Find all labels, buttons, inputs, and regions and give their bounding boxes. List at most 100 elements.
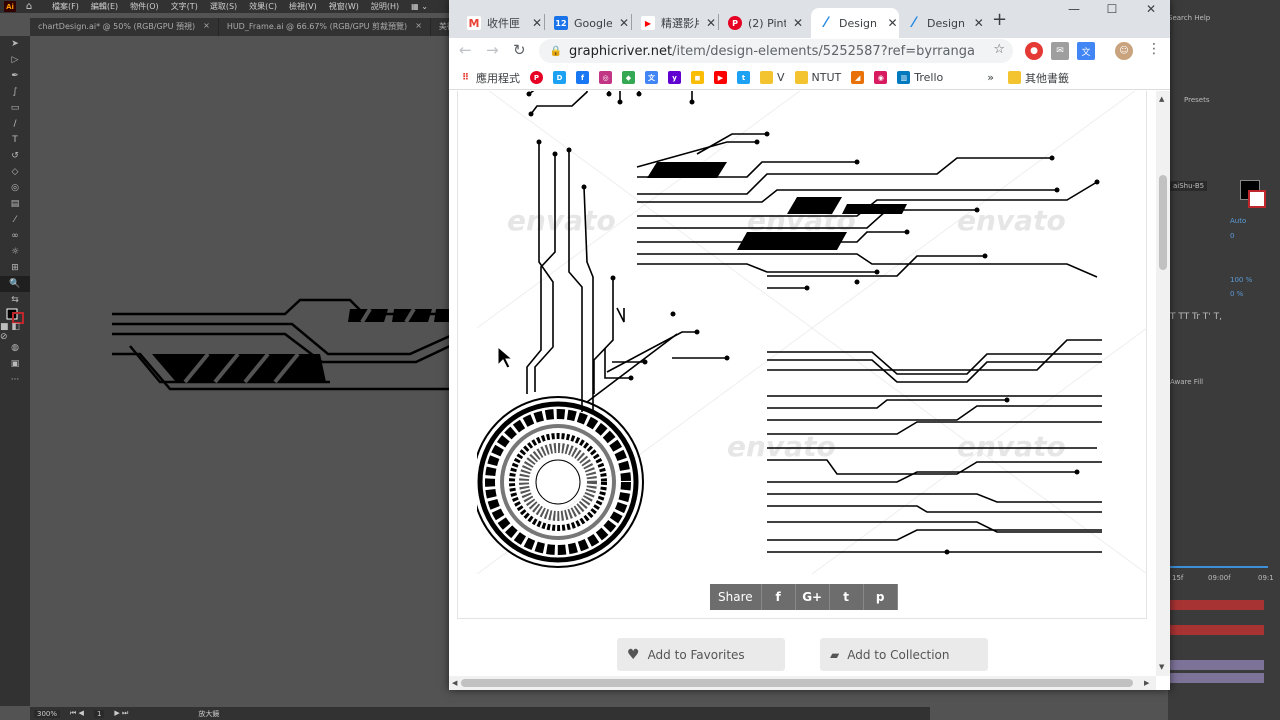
workspace-switcher-icon[interactable]: ▦ ⌄ <box>405 2 434 11</box>
bookmark-apps[interactable]: ⠿ 應用程式 <box>459 70 520 86</box>
swap-colors-icon[interactable]: ⇆ <box>0 292 30 308</box>
menu-file[interactable]: 檔案(F) <box>46 1 85 12</box>
browser-tab[interactable]: 12 Google ✕ <box>546 8 630 38</box>
twitter-share-button[interactable]: t <box>829 584 864 610</box>
bookmark-folder-ntut[interactable]: NTUT <box>794 71 841 84</box>
bookmark-folder-v[interactable]: V <box>760 71 785 84</box>
zoom-level[interactable]: 300% <box>34 709 61 718</box>
browser-tab[interactable]: ▶ 精選影片 ✕ <box>633 8 717 38</box>
translate-extension-icon[interactable]: 文 <box>1077 42 1095 60</box>
eraser-tool-icon[interactable]: ◇ <box>0 164 30 180</box>
google-plus-share-button[interactable]: G+ <box>795 584 830 610</box>
browser-tab[interactable]: M 收件匣 ✕ <box>459 8 543 38</box>
warp-tool-icon[interactable]: ◎ <box>0 180 30 196</box>
close-icon[interactable]: ✕ <box>972 16 985 30</box>
new-tab-button[interactable]: + <box>992 9 1007 30</box>
screen-mode-icon[interactable]: ▣ <box>0 356 30 372</box>
bookmark-twitter[interactable]: t <box>737 71 750 84</box>
vertical-scroll-thumb[interactable] <box>1159 175 1167 270</box>
symbol-sprayer-tool-icon[interactable]: ☼ <box>0 244 30 260</box>
add-to-collection-button[interactable]: ▰ Add to Collection <box>820 638 988 671</box>
close-icon[interactable]: ✕ <box>618 16 630 30</box>
other-bookmarks[interactable]: 其他書籤 <box>1007 70 1069 86</box>
menu-view[interactable]: 檢視(V) <box>283 1 323 12</box>
browser-tab[interactable]: P (2) Pint ✕ <box>720 8 804 38</box>
bookmark-app[interactable]: ◢ <box>851 71 865 84</box>
menu-window[interactable]: 視窗(W) <box>323 1 365 12</box>
minimize-button[interactable]: — <box>1054 2 1094 16</box>
close-window-button[interactable]: ✕ <box>1131 2 1171 16</box>
browser-tab-active[interactable]: ⁄ Design ✕ <box>811 8 899 38</box>
menu-select[interactable]: 選取(S) <box>204 1 243 12</box>
menu-effect[interactable]: 效果(C) <box>243 1 283 12</box>
bookmark-keep[interactable]: ◼ <box>691 71 704 84</box>
item-preview-image[interactable]: envato envato envato envato envato <box>477 91 1147 574</box>
curvature-tool-icon[interactable]: ∫ <box>0 84 30 100</box>
eyedropper-tool-icon[interactable]: ⁄ <box>0 212 30 228</box>
selection-tool-icon[interactable]: ➤ <box>0 36 30 52</box>
rectangle-tool-icon[interactable]: ▭ <box>0 100 30 116</box>
stroke-swatch[interactable] <box>1248 190 1266 208</box>
artboard-nav-icon[interactable]: ⏮ ◀ <box>70 709 84 718</box>
baseline-value[interactable]: 0 % <box>1230 290 1243 298</box>
artboard-number[interactable]: 1 <box>93 709 105 718</box>
close-icon[interactable]: ✕ <box>531 16 543 30</box>
type-style-buttons[interactable]: T TT Tr T' T, <box>1170 312 1222 322</box>
add-to-favorites-button[interactable]: ♥ Add to Favorites <box>617 638 785 671</box>
menu-type[interactable]: 文字(T) <box>165 1 204 12</box>
horizontal-scroll-thumb[interactable] <box>461 679 1133 687</box>
reload-icon[interactable]: ↻ <box>513 41 526 59</box>
menu-kebab-icon[interactable]: ⋮ <box>1147 41 1161 57</box>
bookmark-trello[interactable]: ▥ Trello <box>897 71 943 84</box>
close-icon[interactable]: ✕ <box>792 16 804 30</box>
illustrator-canvas[interactable] <box>30 36 451 706</box>
url-text[interactable]: graphicriver.net/item/design-elements/52… <box>569 44 975 59</box>
pen-tool-icon[interactable]: ✒ <box>0 68 30 84</box>
doc-tab[interactable]: HUD_Frame.ai @ 66.67% (RGB/GPU 剪裁預覽) × <box>219 18 431 36</box>
artboard-tool-icon[interactable]: ⊞ <box>0 260 30 276</box>
bookmark-pinterest[interactable]: P <box>530 71 543 84</box>
scale-value[interactable]: 100 % <box>1230 276 1252 284</box>
menu-help[interactable]: 說明(H) <box>365 1 405 12</box>
zoom-tool-icon[interactable]: 🔍 <box>0 276 30 292</box>
blend-tool-icon[interactable]: ∞ <box>0 228 30 244</box>
browser-tab[interactable]: ⁄ Design ✕ <box>899 8 985 38</box>
close-icon[interactable]: × <box>415 21 422 33</box>
horizontal-scrollbar[interactable]: ◀ ▶ <box>449 676 1156 690</box>
extension-icon[interactable]: ● <box>1025 42 1043 60</box>
vertical-scrollbar[interactable]: ▲ ▼ <box>1156 91 1170 676</box>
bookmark-yahoo[interactable]: y <box>668 71 681 84</box>
profile-avatar[interactable]: ☺ <box>1115 42 1133 60</box>
more-tools-icon[interactable]: ··· <box>0 372 30 388</box>
lock-icon[interactable]: 🔒 <box>547 46 565 57</box>
direct-selection-tool-icon[interactable]: ▷ <box>0 52 30 68</box>
scroll-down-arrow-icon[interactable]: ▼ <box>1159 663 1164 671</box>
close-icon[interactable]: ✕ <box>886 16 899 30</box>
facebook-share-button[interactable]: f <box>761 584 796 610</box>
forward-arrow-icon[interactable]: → <box>486 41 499 59</box>
color-mode-icon[interactable]: ■ ◧ ⊘ <box>0 322 30 342</box>
artboard-nav-next-icon[interactable]: ▶ ⏭ <box>114 709 128 718</box>
pinterest-share-button[interactable]: p <box>863 584 898 610</box>
close-icon[interactable]: × <box>203 21 210 33</box>
rotate-tool-icon[interactable]: ↺ <box>0 148 30 164</box>
bookmark-translate[interactable]: 文 <box>645 71 658 84</box>
mail-extension-icon[interactable]: ✉ <box>1051 42 1069 60</box>
gradient-tool-icon[interactable]: ▤ <box>0 196 30 212</box>
type-tool-icon[interactable]: T <box>0 132 30 148</box>
timeline-track[interactable] <box>1170 660 1264 670</box>
omnibox[interactable]: 🔒 graphicriver.net/item/design-elements/… <box>539 39 1013 63</box>
draw-mode-icon[interactable]: ◍ <box>0 340 30 356</box>
bookmark-app[interactable]: D <box>553 71 566 84</box>
scroll-up-arrow-icon[interactable]: ▲ <box>1159 95 1164 103</box>
bookmark-facebook[interactable]: f <box>576 71 589 84</box>
timeline-track[interactable] <box>1170 673 1264 683</box>
menu-edit[interactable]: 編輯(E) <box>85 1 124 12</box>
search-help-label[interactable]: Search Help <box>1168 14 1210 22</box>
bookmark-app[interactable]: ◉ <box>874 71 888 84</box>
bookmark-youtube[interactable]: ▶ <box>714 71 727 84</box>
timeline-track[interactable] <box>1170 625 1264 635</box>
scroll-left-arrow-icon[interactable]: ◀ <box>452 679 457 687</box>
maximize-button[interactable]: ☐ <box>1092 2 1132 16</box>
bookmark-maps[interactable]: ◆ <box>622 71 635 84</box>
